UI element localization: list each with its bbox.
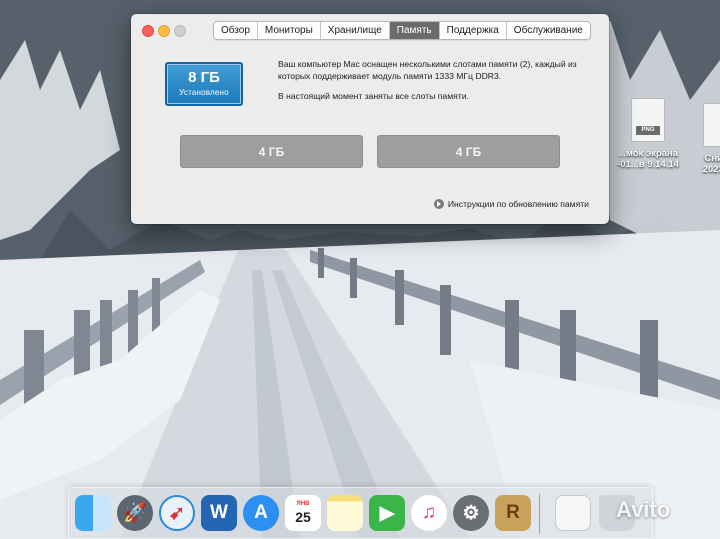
tab-overview[interactable]: Обзор — [214, 22, 258, 39]
minimize-button[interactable] — [158, 25, 170, 37]
system-preferences-icon[interactable]: ⚙ — [453, 495, 489, 531]
memory-upgrade-link[interactable]: Инструкции по обновлению памяти — [433, 199, 589, 209]
arrow-circle-icon — [433, 199, 444, 209]
avito-watermark: Avito — [616, 497, 671, 522]
memory-description: Ваш компьютер Mac оснащен несколькими сл… — [278, 59, 598, 112]
tab-service[interactable]: Обслуживание — [507, 22, 590, 39]
document-icon[interactable] — [555, 495, 591, 531]
image-file-icon — [703, 103, 720, 147]
tab-memory[interactable]: Память — [389, 22, 440, 39]
title-bar[interactable]: Обзор Мониторы Хранилище Память Поддержк… — [131, 14, 609, 44]
slots-info-text: Ваш компьютер Mac оснащен несколькими сл… — [278, 59, 577, 81]
memory-slot-1: 4 ГБ — [180, 135, 363, 168]
memory-upgrade-label: Инструкции по обновлению памяти — [447, 199, 589, 209]
file-detail: 2023-01 — [702, 164, 720, 175]
slots-occupied-text: В настоящий момент заняты все слоты памя… — [278, 91, 469, 102]
dock-divider — [539, 494, 540, 534]
memory-status: Установлено — [179, 88, 229, 97]
memory-total: 8 ГБ — [188, 69, 220, 86]
safari-icon[interactable]: ➹ — [159, 495, 195, 531]
tab-support[interactable]: Поддержка — [440, 22, 507, 39]
finder-icon[interactable] — [75, 495, 111, 531]
about-this-mac-window: Обзор Мониторы Хранилище Память Поддержк… — [131, 14, 609, 224]
tab-storage[interactable]: Хранилище — [321, 22, 390, 39]
desktop-file-screenshot-2[interactable]: Снимо 2023-01 — [670, 103, 720, 175]
scrabble-icon[interactable]: R — [495, 495, 531, 531]
zoom-button[interactable] — [174, 25, 186, 37]
memory-slot-2: 4 ГБ — [377, 135, 560, 168]
tab-displays[interactable]: Мониторы — [258, 22, 321, 39]
dock: 🚀 ➹ W A ЯНВ 25 ▶ ♫ ⚙ R — [68, 487, 653, 539]
notes-icon[interactable] — [327, 495, 363, 531]
itunes-icon[interactable]: ♫ — [411, 495, 447, 531]
close-button[interactable] — [142, 25, 154, 37]
png-file-icon: PNG — [631, 98, 665, 142]
app-store-icon[interactable]: A — [243, 495, 279, 531]
file-name: Снимо — [704, 153, 720, 164]
calendar-icon[interactable]: ЯНВ 25 — [285, 495, 321, 531]
tab-bar: Обзор Мониторы Хранилище Память Поддержк… — [213, 21, 591, 40]
launchpad-icon[interactable]: 🚀 — [117, 495, 153, 531]
facetime-icon[interactable]: ▶ — [369, 495, 405, 531]
word-icon[interactable]: W — [201, 495, 237, 531]
memory-total-badge: 8 ГБ Установлено — [165, 62, 243, 106]
